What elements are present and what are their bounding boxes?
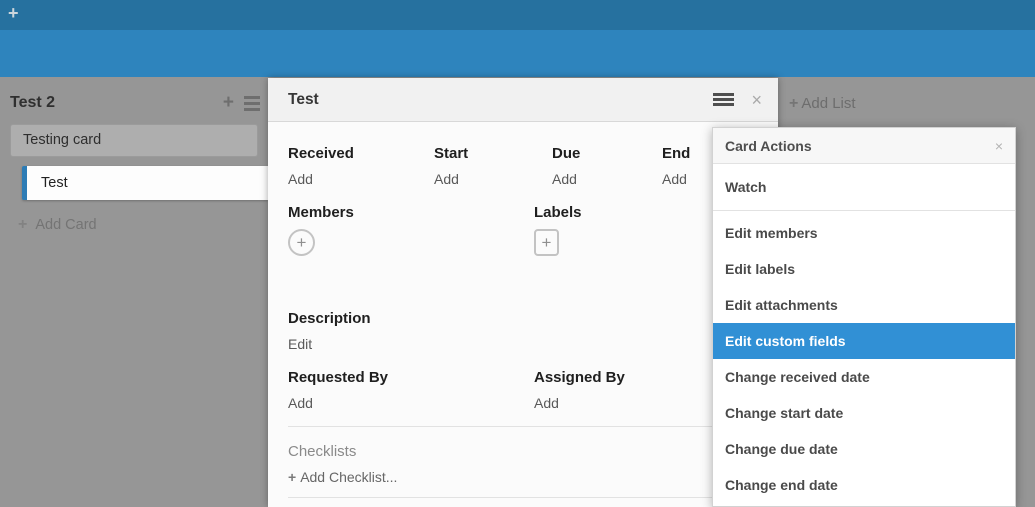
due-add-link[interactable]: Add xyxy=(552,171,662,188)
list-menu-icon[interactable] xyxy=(244,96,260,111)
description-section: Description Edit xyxy=(288,309,758,353)
field-start: Start Add xyxy=(434,144,552,188)
add-member-button[interactable]: + xyxy=(288,229,315,256)
card-actions-menu-icon[interactable] xyxy=(713,91,734,108)
add-checklist-button[interactable]: +Add Checklist... xyxy=(288,469,758,485)
description-edit-link[interactable]: Edit xyxy=(288,336,758,353)
add-card-button[interactable]: + Add Card xyxy=(18,216,97,234)
list-header: Test 2 + xyxy=(10,91,260,115)
field-label: Start xyxy=(434,144,552,163)
checklists-section: Checklists +Add Checklist... xyxy=(288,442,758,485)
description-label: Description xyxy=(288,309,758,328)
card-actions-menu-list: Edit members Edit labels Edit attachment… xyxy=(713,211,1015,503)
card-detail-dialog: Test × Received Add Start Add Due Add En… xyxy=(268,78,778,507)
field-label: Due xyxy=(552,144,662,163)
menu-item-edit-members[interactable]: Edit members xyxy=(713,215,1015,251)
add-list-label: Add List xyxy=(801,95,855,112)
plus-icon: + xyxy=(288,469,296,485)
add-card-label: Add Card xyxy=(35,217,96,233)
menu-item-change-due-date[interactable]: Change due date xyxy=(713,431,1015,467)
card-actions-popup-header: Card Actions × xyxy=(713,128,1015,164)
requested-by-label: Requested By xyxy=(288,368,534,387)
menu-item-change-received-date[interactable]: Change received date xyxy=(713,359,1015,395)
list-add-card-icon[interactable]: + xyxy=(223,94,234,112)
close-icon[interactable]: × xyxy=(751,91,762,109)
field-due: Due Add xyxy=(552,144,662,188)
card-actions-popup: Card Actions × Watch Edit members Edit l… xyxy=(712,127,1016,507)
plus-icon: + xyxy=(18,216,27,233)
close-icon[interactable]: × xyxy=(995,138,1003,154)
top-navigation-bar: + xyxy=(0,0,1035,30)
section-divider xyxy=(288,497,758,498)
add-label-button[interactable]: + xyxy=(534,229,559,256)
add-board-icon[interactable]: + xyxy=(8,3,19,24)
start-add-link[interactable]: Add xyxy=(434,171,552,188)
add-list-button[interactable]: +Add List xyxy=(789,95,856,113)
add-checklist-label: Add Checklist... xyxy=(300,469,397,485)
field-label: Received xyxy=(288,144,434,163)
received-add-link[interactable]: Add xyxy=(288,171,434,188)
menu-item-edit-labels[interactable]: Edit labels xyxy=(713,251,1015,287)
date-fields-row: Received Add Start Add Due Add End Add xyxy=(288,144,758,188)
card-actions-title: Card Actions xyxy=(725,138,995,154)
card-detail-header: Test × xyxy=(268,78,778,122)
list-card[interactable]: Testing card xyxy=(10,124,258,157)
section-divider xyxy=(288,426,758,427)
card-detail-body: Received Add Start Add Due Add End Add M… xyxy=(268,122,778,498)
requested-by-add-link[interactable]: Add xyxy=(288,395,534,412)
menu-item-edit-attachments[interactable]: Edit attachments xyxy=(713,287,1015,323)
plus-icon: + xyxy=(789,95,798,112)
card-detail-title: Test xyxy=(288,91,713,109)
requested-assigned-row: Requested By Add Assigned By Add xyxy=(288,368,758,412)
checklists-label: Checklists xyxy=(288,442,758,461)
board-header-bar xyxy=(0,30,1035,77)
field-requested-by: Requested By Add xyxy=(288,368,534,412)
field-members: Members + xyxy=(288,203,534,256)
members-labels-row: Members + Labels + xyxy=(288,203,758,256)
menu-item-edit-custom-fields[interactable]: Edit custom fields xyxy=(713,323,1015,359)
list-title: Test 2 xyxy=(10,94,223,112)
menu-item-change-start-date[interactable]: Change start date xyxy=(713,395,1015,431)
list-card-active[interactable]: Test xyxy=(22,166,268,200)
field-received: Received Add xyxy=(288,144,434,188)
menu-item-change-end-date[interactable]: Change end date xyxy=(713,467,1015,503)
members-label: Members xyxy=(288,203,534,222)
menu-item-watch[interactable]: Watch xyxy=(713,164,1015,211)
